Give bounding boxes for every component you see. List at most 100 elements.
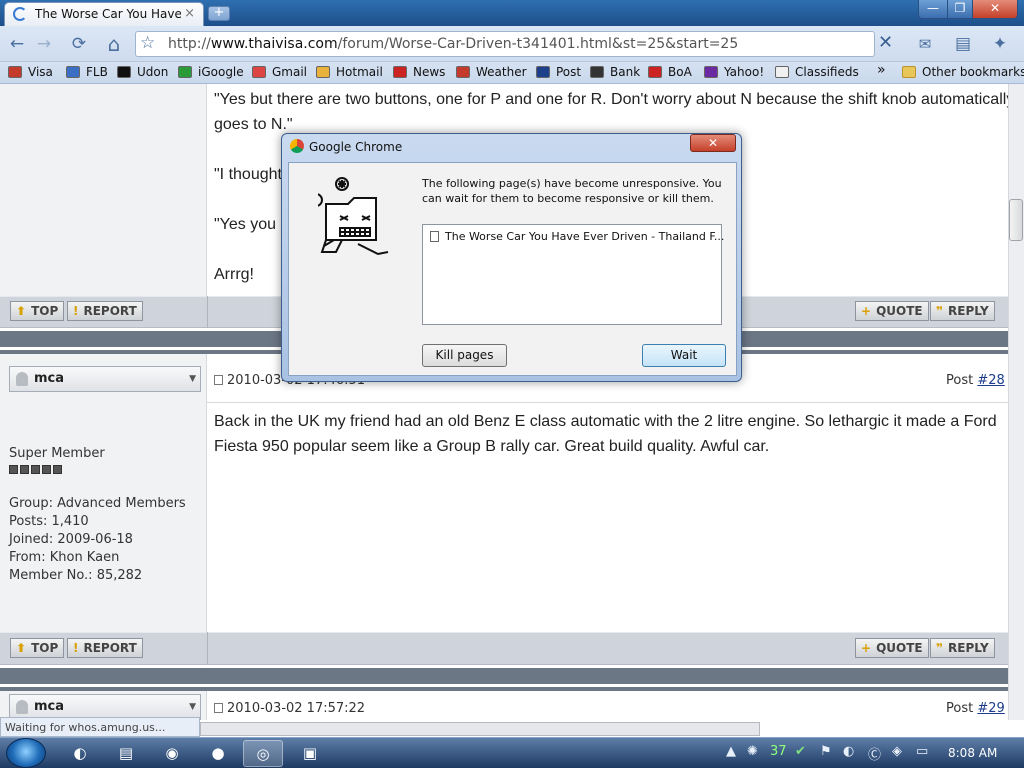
- tray-utility-icon[interactable]: ◐: [843, 744, 854, 759]
- report-button-label: REPORT: [83, 641, 137, 655]
- bookmark-label: Bank: [610, 65, 641, 79]
- bookmarks-overflow-icon[interactable]: »: [877, 62, 886, 78]
- vertical-scrollbar[interactable]: [1008, 84, 1024, 720]
- tray-network-icon[interactable]: ◈: [892, 744, 902, 759]
- user-avatar-icon: [16, 372, 28, 386]
- dialog-close-button[interactable]: ✕: [690, 134, 736, 152]
- bookmark-item[interactable]: Visa: [8, 65, 53, 79]
- home-icon[interactable]: ⌂: [103, 33, 125, 55]
- member-number: Member No.: 85,282: [9, 568, 143, 583]
- bookmark-label: FLB: [86, 65, 108, 79]
- reload-icon[interactable]: ⟳: [68, 33, 90, 55]
- exclamation-icon: !: [73, 641, 79, 655]
- maximize-button[interactable]: ❐: [947, 0, 973, 19]
- kill-pages-button[interactable]: Kill pages: [422, 344, 507, 367]
- top-button[interactable]: ⬆ TOP: [10, 301, 65, 321]
- taskbar-document-icon[interactable]: ▤: [106, 740, 146, 767]
- top-button-2[interactable]: ⬆ TOP: [10, 638, 65, 658]
- bookmark-item[interactable]: Hotmail: [316, 65, 383, 79]
- bookmark-item[interactable]: BoA: [648, 65, 692, 79]
- member-rank: Super Member: [9, 446, 105, 461]
- bookmark-favicon-icon: [704, 66, 718, 78]
- post-date-29: 2010-03-02 17:57:22: [214, 701, 365, 716]
- bookmark-item[interactable]: Classifieds: [775, 65, 859, 79]
- arrow-up-icon: ⬆: [16, 304, 27, 318]
- quote-button-2[interactable]: + QUOTE: [855, 638, 929, 658]
- minimize-button[interactable]: —: [918, 0, 948, 19]
- quote-marks-icon: ❞: [936, 304, 944, 318]
- mail-icon[interactable]: ✉: [914, 33, 936, 55]
- reply-button-label: REPLY: [948, 304, 989, 318]
- plus-icon: +: [861, 641, 872, 655]
- chrome-taskbar-icon[interactable]: ◎: [243, 740, 283, 767]
- action-center-flag-icon[interactable]: ⚑: [820, 744, 832, 759]
- username: mca: [34, 371, 65, 386]
- tab-close-icon[interactable]: ×: [184, 6, 195, 21]
- stop-icon[interactable]: ✕: [878, 32, 893, 53]
- bookmark-other[interactable]: Other bookmarks: [902, 65, 1024, 79]
- taskbar-app-icon[interactable]: ◐: [60, 740, 100, 767]
- horizontal-scrollbar[interactable]: [200, 722, 760, 736]
- rank-pips: [9, 463, 64, 477]
- tray-expand-icon[interactable]: ▲: [726, 744, 736, 759]
- reply-button-label: REPLY: [948, 641, 989, 655]
- tray-app-icon[interactable]: ✺: [747, 744, 758, 759]
- tray-check-icon[interactable]: ✔: [795, 744, 806, 759]
- clock[interactable]: 8:08 AM: [948, 746, 997, 760]
- taskbar-network-icon[interactable]: ◉: [152, 740, 192, 767]
- report-button[interactable]: ! REPORT: [67, 301, 143, 321]
- wait-button[interactable]: Wait: [642, 344, 726, 367]
- back-icon[interactable]: ←: [6, 33, 28, 55]
- exclamation-icon: !: [73, 304, 79, 318]
- top-button-label: TOP: [31, 641, 59, 655]
- forward-icon[interactable]: →: [33, 33, 55, 55]
- reply-button[interactable]: ❞ REPLY: [930, 301, 995, 321]
- bookmark-item[interactable]: News: [393, 65, 445, 79]
- bookmark-item[interactable]: Weather: [456, 65, 527, 79]
- tray-display-icon[interactable]: ▭: [916, 744, 928, 759]
- url-text[interactable]: http://www.thaivisa.com/forum/Worse-Car-…: [168, 36, 738, 52]
- tab-active[interactable]: The Worse Car You Have ... ×: [4, 2, 204, 26]
- quote-button[interactable]: + QUOTE: [855, 301, 929, 321]
- bookmark-favicon-icon: [536, 66, 550, 78]
- plus-icon: +: [861, 304, 872, 318]
- post-number-link[interactable]: #28: [977, 373, 1004, 388]
- start-button[interactable]: [6, 738, 46, 768]
- username-dropdown[interactable]: mca ▼: [9, 366, 201, 392]
- window-close-button[interactable]: ✕: [972, 0, 1018, 19]
- bookmark-item[interactable]: Gmail: [252, 65, 307, 79]
- bookmark-favicon-icon: [66, 66, 80, 78]
- bookmark-item[interactable]: FLB: [66, 65, 108, 79]
- bookmark-favicon-icon: [456, 66, 470, 78]
- bookmark-label: Gmail: [272, 65, 308, 79]
- scrollbar-thumb[interactable]: [1009, 199, 1023, 241]
- tray-c-icon[interactable]: Ⓒ: [868, 744, 881, 763]
- bookmark-favicon-icon: [252, 66, 266, 78]
- page-menu-icon[interactable]: ▤: [948, 33, 978, 55]
- bookmark-item[interactable]: Bank: [590, 65, 640, 79]
- bookmark-item[interactable]: Yahoo!: [704, 65, 764, 79]
- bookmark-star-icon[interactable]: ☆: [140, 33, 155, 53]
- post-text-prev-4: "Yes you a: [214, 216, 290, 233]
- bookmark-item[interactable]: Post: [536, 65, 581, 79]
- tray-count[interactable]: 37: [770, 744, 787, 759]
- bookmark-label: BoA: [668, 65, 692, 79]
- bookmark-label: Classifieds: [795, 65, 859, 79]
- bookmark-item[interactable]: iGoogle: [178, 65, 244, 79]
- post-icon: [214, 375, 223, 385]
- report-button-2[interactable]: ! REPORT: [67, 638, 143, 658]
- chevron-down-icon: ▼: [189, 374, 196, 384]
- taskbar-window-icon[interactable]: ▣: [290, 740, 330, 767]
- post-body-line-2: Fiesta 950 popular seem like a Group B r…: [214, 438, 770, 455]
- post-number-link[interactable]: #29: [977, 701, 1004, 716]
- bookmark-favicon-icon: [8, 66, 22, 78]
- post-header-divider: [207, 402, 1008, 403]
- new-tab-button[interactable]: +: [208, 6, 230, 21]
- unresponsive-page-item[interactable]: The Worse Car You Have Ever Driven - Tha…: [430, 230, 724, 243]
- reply-button-2[interactable]: ❞ REPLY: [930, 638, 995, 658]
- bookmark-item[interactable]: Udon: [117, 65, 168, 79]
- wrench-menu-icon[interactable]: ✦: [985, 33, 1015, 55]
- bookmark-label: Post: [556, 65, 582, 79]
- member-posts: Posts: 1,410: [9, 514, 89, 529]
- firefox-icon[interactable]: ●: [198, 740, 238, 767]
